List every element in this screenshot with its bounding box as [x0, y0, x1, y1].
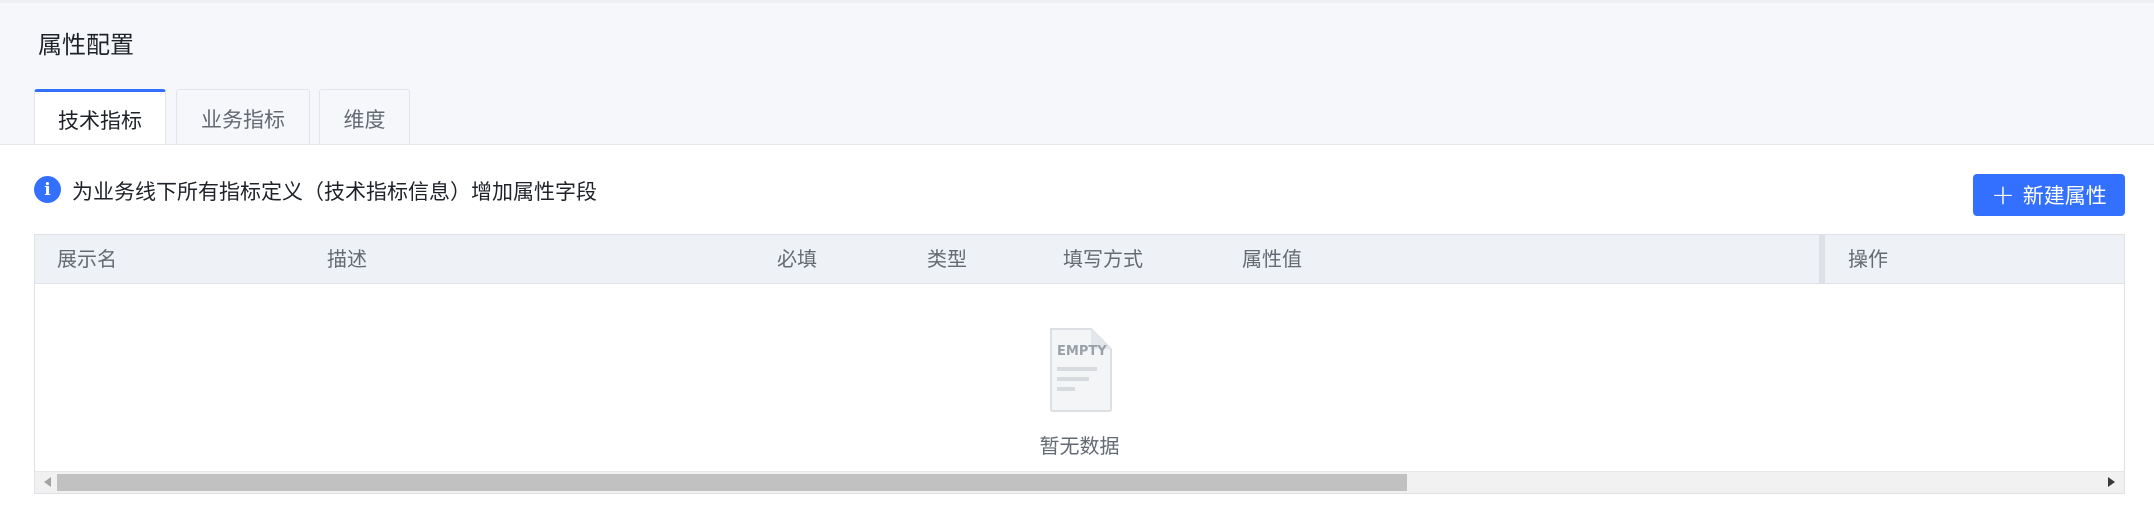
info-message: 为业务线下所有指标定义（技术指标信息）增加属性字段 — [72, 180, 597, 204]
tab-business-metrics[interactable]: 业务指标 — [176, 89, 310, 147]
scrollbar-thumb[interactable] — [57, 474, 1407, 491]
fixed-column-divider — [1819, 235, 1825, 283]
page-header: 属性配置 技术指标 业务指标 维度 — [0, 0, 2154, 148]
attribute-table: 展示名 描述 必填 类型 填写方式 属性值 操作 EMPTY 暂无数据 — [34, 234, 2125, 494]
column-header-type: 类型 — [927, 247, 967, 271]
scroll-right-arrow-icon[interactable] — [2108, 477, 2115, 487]
table-header: 展示名 描述 必填 类型 填写方式 属性值 操作 — [35, 235, 2124, 284]
empty-state-text: 暂无数据 — [1039, 434, 1120, 458]
tab-technical-metrics[interactable]: 技术指标 — [34, 89, 166, 148]
column-header-required: 必填 — [777, 247, 817, 271]
scroll-left-arrow-icon[interactable] — [44, 477, 51, 487]
column-header-actions: 操作 — [1848, 247, 1888, 271]
plus-icon: + — [1991, 178, 2015, 211]
tab-dimension[interactable]: 维度 — [319, 89, 410, 147]
column-header-description: 描述 — [327, 247, 367, 271]
empty-document-icon: EMPTY — [1050, 328, 1112, 412]
empty-illustration-text: EMPTY — [1057, 344, 1107, 359]
new-attribute-button[interactable]: + 新建属性 — [1973, 174, 2125, 216]
column-header-display-name: 展示名 — [57, 247, 117, 271]
info-icon: i — [34, 176, 61, 203]
column-header-attribute-value: 属性值 — [1242, 247, 1302, 271]
page-title: 属性配置 — [38, 31, 134, 59]
horizontal-scrollbar[interactable] — [35, 471, 2124, 493]
column-header-input-method: 填写方式 — [1063, 247, 1143, 271]
new-attribute-button-label: 新建属性 — [2022, 184, 2107, 208]
